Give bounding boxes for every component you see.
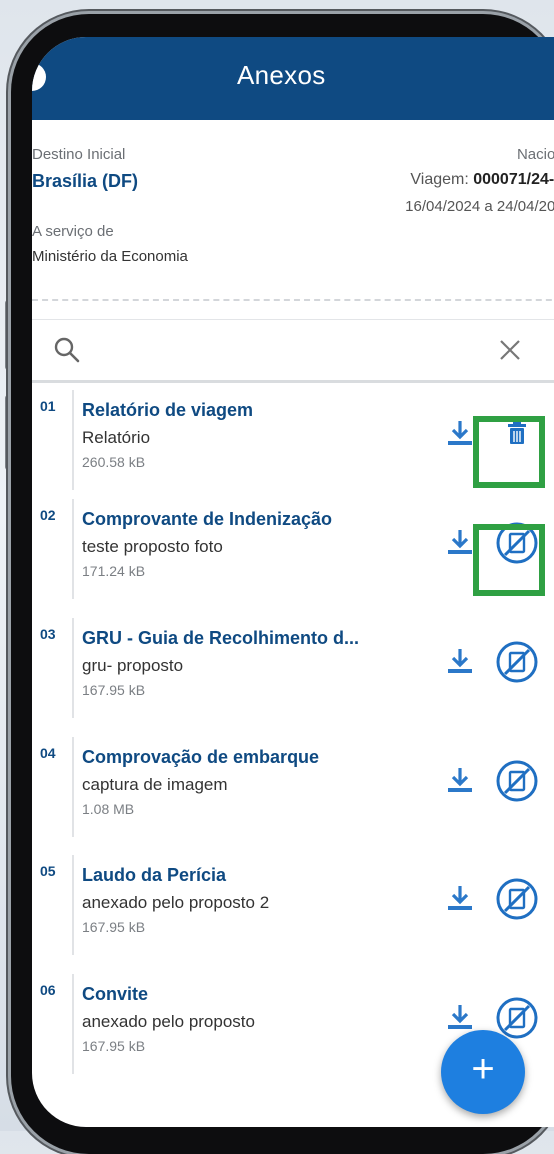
item-divider bbox=[72, 737, 74, 837]
item-title: Laudo da Perícia bbox=[82, 865, 227, 885]
download-icon[interactable] bbox=[445, 646, 475, 681]
item-number: 02 bbox=[40, 507, 56, 523]
item-divider bbox=[72, 618, 74, 718]
viagem-line: Viagem: 000071/24-20 bbox=[410, 171, 554, 189]
item-description: Relatório bbox=[82, 428, 151, 447]
search-icon bbox=[54, 337, 80, 368]
item-divider bbox=[72, 855, 74, 955]
trip-type: Naciona bbox=[516, 146, 554, 163]
list-item[interactable]: 05 Laudo da Perícia anexado pelo propost… bbox=[32, 847, 554, 965]
destino-value: Brasília (DF) bbox=[32, 171, 139, 191]
item-number: 04 bbox=[40, 745, 56, 761]
list-item[interactable]: 03 GRU - Guia de Recolhimento d... gru- … bbox=[32, 610, 554, 728]
viagem-label: Viagem: bbox=[410, 171, 469, 188]
download-icon[interactable] bbox=[445, 527, 475, 562]
delete-disabled-icon[interactable] bbox=[495, 877, 539, 921]
item-size: 167.95 kB bbox=[82, 1038, 146, 1054]
delete-disabled-icon[interactable] bbox=[495, 759, 539, 803]
item-number: 06 bbox=[40, 982, 56, 998]
highlight-box-delete-disabled bbox=[473, 524, 545, 596]
app-screen: Anexos Destino Inicial Brasília (DF) A s… bbox=[32, 37, 554, 1127]
download-icon[interactable] bbox=[445, 883, 475, 918]
page-title: Anexos bbox=[237, 60, 326, 90]
item-title: Comprovante de Indenização bbox=[82, 509, 333, 529]
dashed-divider bbox=[32, 299, 554, 301]
item-number: 03 bbox=[40, 626, 56, 642]
trip-info: Destino Inicial Brasília (DF) A serviço … bbox=[32, 120, 554, 275]
delete-disabled-icon[interactable] bbox=[495, 640, 539, 684]
clear-search-icon[interactable] bbox=[498, 338, 522, 367]
item-divider bbox=[72, 974, 74, 1074]
app-bar: Anexos bbox=[32, 37, 554, 120]
destino-label: Destino Inicial bbox=[32, 146, 126, 163]
servico-value: Ministério da Economia bbox=[32, 248, 188, 265]
servico-label: A serviço de bbox=[32, 223, 114, 240]
search-bar[interactable] bbox=[32, 319, 554, 383]
item-size: 167.95 kB bbox=[82, 682, 146, 698]
download-icon[interactable] bbox=[445, 765, 475, 800]
list-item[interactable]: 04 Comprovação de embarque captura de im… bbox=[32, 729, 554, 847]
item-size: 167.95 kB bbox=[82, 919, 146, 935]
item-title: Comprovação de embarque bbox=[82, 747, 320, 767]
back-button[interactable] bbox=[32, 63, 46, 91]
item-size: 1.08 MB bbox=[82, 801, 135, 817]
item-description: anexado pelo proposto 2 bbox=[82, 893, 270, 912]
item-title: Convite bbox=[82, 984, 149, 1004]
item-divider bbox=[72, 390, 74, 490]
item-size: 171.24 kB bbox=[82, 563, 146, 579]
item-description: anexado pelo proposto bbox=[82, 1012, 255, 1031]
download-icon[interactable] bbox=[445, 418, 475, 453]
item-description: teste proposto foto bbox=[82, 537, 223, 556]
add-attachment-button[interactable]: + bbox=[441, 1030, 525, 1114]
item-description: captura de imagem bbox=[82, 775, 228, 794]
viagem-number: 000071/24-20 bbox=[473, 171, 554, 188]
item-size: 260.58 kB bbox=[82, 454, 146, 470]
item-title: GRU - Guia de Recolhimento d... bbox=[82, 628, 360, 648]
trip-period: 16/04/2024 a 24/04/2024 bbox=[405, 198, 554, 215]
add-icon: + bbox=[471, 1047, 495, 1091]
item-number: 01 bbox=[40, 398, 56, 414]
item-number: 05 bbox=[40, 863, 56, 879]
item-divider bbox=[72, 499, 74, 599]
highlight-box-trash bbox=[473, 416, 545, 488]
item-title: Relatório de viagem bbox=[82, 400, 254, 420]
item-description: gru- proposto bbox=[82, 656, 184, 675]
